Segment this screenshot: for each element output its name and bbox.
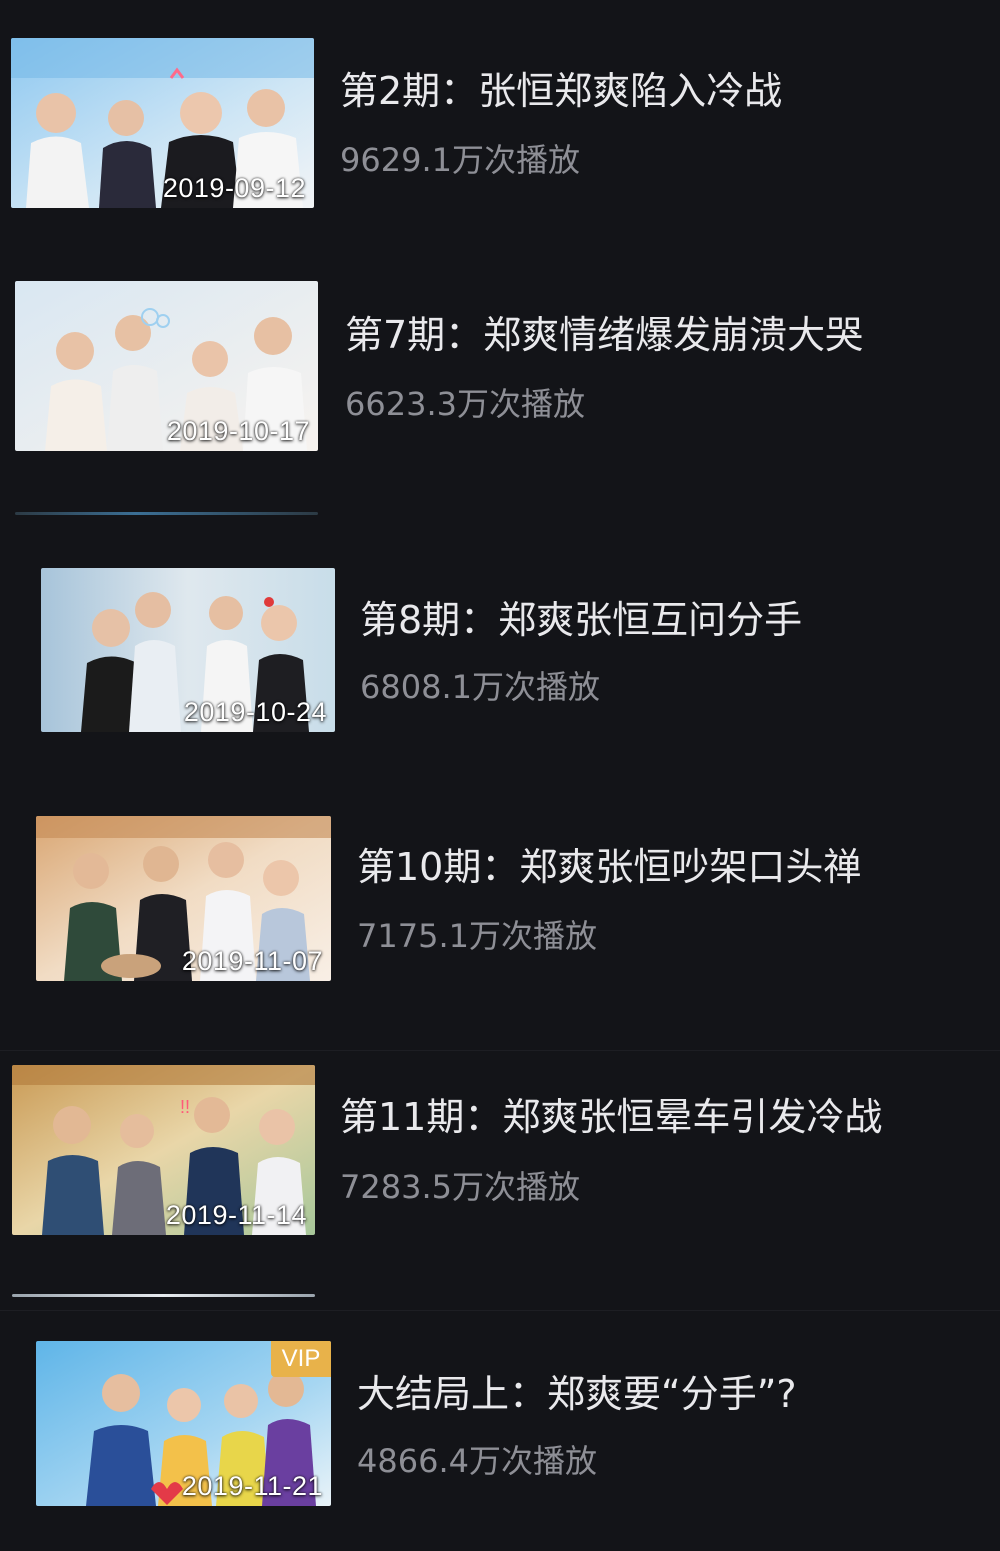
episode-list: 2019-09-12 第2期：张恒郑爽陷入冷战 9629.1万次播放 2019-… — [0, 0, 1000, 1551]
episode-play-count: 6808.1万次播放 — [360, 668, 600, 706]
watch-progress-line — [12, 1294, 315, 1297]
episode-thumbnail[interactable]: 2019-11-07 — [36, 816, 331, 981]
watch-progress-line — [15, 512, 318, 515]
episode-item[interactable]: VIP 2019-11-21 大结局上：郑爽要“分手”? 4866.4万次播放 — [0, 1311, 1000, 1551]
episode-item[interactable]: 2019-11-07 第10期：郑爽张恒吵架口头禅 7175.1万次播放 — [0, 780, 1000, 1050]
episode-title[interactable]: 第2期：张恒郑爽陷入冷战 — [340, 68, 782, 114]
svg-text:!!: !! — [180, 1097, 190, 1117]
episode-title[interactable]: 第10期：郑爽张恒吵架口头禅 — [357, 844, 861, 890]
episode-title[interactable]: 第8期：郑爽张恒互问分手 — [360, 597, 802, 643]
episode-play-count: 9629.1万次播放 — [340, 141, 580, 179]
episode-date: 2019-11-07 — [181, 946, 323, 976]
episode-date: 2019-10-24 — [183, 697, 327, 727]
episode-date: 2019-11-21 — [181, 1471, 323, 1501]
episode-thumbnail[interactable]: !! 2019-11-14 — [12, 1065, 315, 1235]
episode-thumbnail[interactable]: VIP 2019-11-21 — [36, 1341, 331, 1506]
episode-play-count: 7175.1万次播放 — [357, 917, 597, 955]
episode-thumbnail[interactable]: 2019-09-12 — [11, 38, 314, 208]
episode-date: 2019-10-17 — [166, 416, 310, 446]
episode-item[interactable]: !! 2019-11-14 第11期：郑爽张恒晕车引发冷战 7283.5万次播放 — [0, 1051, 1000, 1310]
episode-item[interactable]: 2019-10-17 第7期：郑爽情绪爆发崩溃大哭 6623.3万次播放 — [0, 230, 1000, 530]
episode-date: 2019-09-12 — [162, 173, 306, 203]
episode-title[interactable]: 大结局上：郑爽要“分手”? — [357, 1371, 797, 1417]
episode-title[interactable]: 第11期：郑爽张恒晕车引发冷战 — [340, 1094, 882, 1140]
episode-play-count: 7283.5万次播放 — [340, 1168, 580, 1206]
episode-item[interactable]: 2019-09-12 第2期：张恒郑爽陷入冷战 9629.1万次播放 — [0, 0, 1000, 230]
episode-date: 2019-11-14 — [165, 1200, 307, 1230]
episode-play-count: 4866.4万次播放 — [357, 1442, 597, 1480]
vip-badge: VIP — [271, 1341, 331, 1377]
episode-title[interactable]: 第7期：郑爽情绪爆发崩溃大哭 — [345, 312, 863, 358]
episode-thumbnail[interactable]: 2019-10-24 — [41, 568, 335, 732]
episode-thumbnail[interactable]: 2019-10-17 — [15, 281, 318, 451]
episode-play-count: 6623.3万次播放 — [345, 385, 585, 423]
episode-item[interactable]: 2019-10-24 第8期：郑爽张恒互问分手 6808.1万次播放 — [0, 530, 1000, 780]
